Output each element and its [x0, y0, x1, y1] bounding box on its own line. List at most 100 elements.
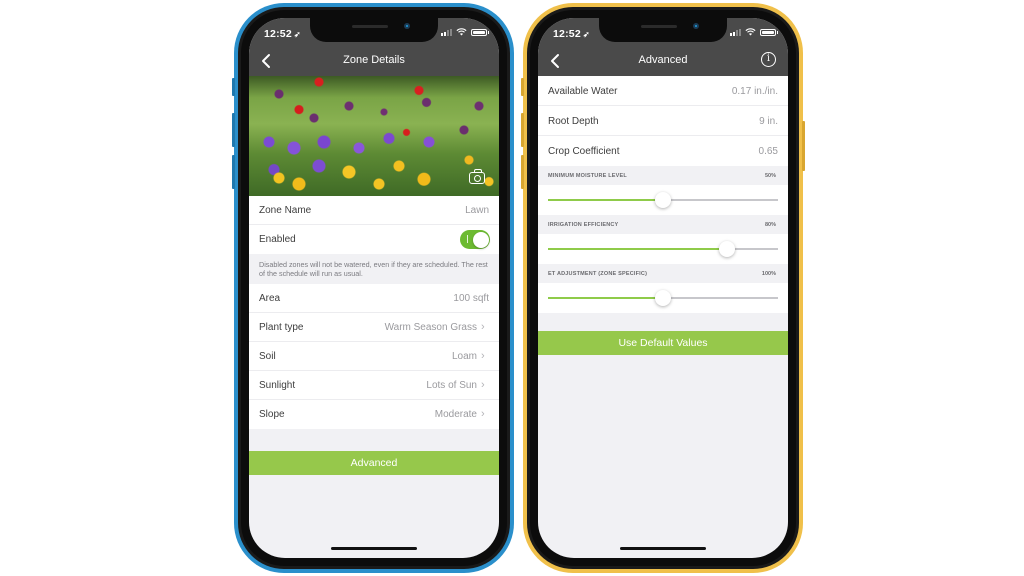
- irrigation-efficiency-label: IRRIGATION EFFICIENCY: [548, 222, 619, 228]
- front-camera: [404, 23, 410, 29]
- screen: 12:52 ➶ Zone Details Zone Name Lawn Enab…: [249, 18, 499, 558]
- et-adjustment-slider[interactable]: [538, 283, 788, 313]
- area-row[interactable]: Area 100 sqft: [249, 284, 499, 313]
- use-default-values-button[interactable]: Use Default Values: [538, 331, 788, 355]
- root-depth-value[interactable]: 9 in.: [759, 116, 778, 127]
- status-icons: [730, 28, 778, 36]
- area-label: Area: [259, 293, 281, 304]
- slope-row[interactable]: Slope Moderate ›: [249, 400, 499, 429]
- plant-type-value: Warm Season Grass: [384, 322, 477, 333]
- page-title: Zone Details: [343, 54, 405, 66]
- irrigation-efficiency-header: IRRIGATION EFFICIENCY 80%: [538, 215, 788, 234]
- irrigation-efficiency-value: 80%: [764, 222, 776, 228]
- chevron-right-icon: ›: [481, 350, 485, 362]
- home-indicator[interactable]: [331, 547, 417, 550]
- slider-thumb[interactable]: [719, 240, 736, 257]
- chevron-right-icon: ›: [481, 379, 485, 391]
- spacer: [538, 313, 788, 331]
- crop-coefficient-row[interactable]: Crop Coefficient 0.65: [538, 136, 788, 166]
- notch: [599, 18, 727, 42]
- chevron-right-icon: ›: [481, 321, 485, 333]
- enabled-footnote: Disabled zones will not be watered, even…: [249, 254, 499, 284]
- zone-name-row[interactable]: Zone Name Lawn: [249, 196, 499, 225]
- cellular-signal-icon: [441, 28, 452, 36]
- wifi-icon: [456, 28, 467, 36]
- spacer: [249, 429, 499, 451]
- slider-fill: [548, 297, 663, 299]
- speaker: [641, 25, 677, 28]
- zone-name-value[interactable]: Lawn: [465, 205, 489, 216]
- battery-icon: [760, 28, 778, 36]
- info-icon[interactable]: i: [761, 52, 776, 67]
- plant-type-row[interactable]: Plant type Warm Season Grass ›: [249, 313, 499, 342]
- volume-down-button: [521, 155, 524, 189]
- zone-name-label: Zone Name: [259, 205, 312, 216]
- crop-coefficient-label: Crop Coefficient: [548, 146, 620, 157]
- root-depth-label: Root Depth: [548, 116, 599, 127]
- wifi-icon: [745, 28, 756, 36]
- nav-bar: Advanced i: [538, 46, 788, 76]
- volume-up-button: [521, 113, 524, 147]
- notch: [310, 18, 438, 42]
- irrigation-efficiency-slider[interactable]: [538, 234, 788, 264]
- slider-thumb[interactable]: [655, 289, 671, 306]
- zone-photo[interactable]: [249, 76, 499, 196]
- camera-icon[interactable]: [469, 169, 485, 184]
- et-adjustment-header: ET ADJUSTMENT (ZONE SPECIFIC) 100%: [538, 264, 788, 283]
- home-indicator[interactable]: [620, 547, 706, 550]
- volume-up-button: [232, 113, 235, 147]
- soil-label: Soil: [259, 351, 276, 362]
- zone-details-content: Zone Name Lawn Enabled Disabled zones wi…: [249, 76, 499, 558]
- status-icons: [441, 28, 489, 36]
- advanced-content: Available Water 0.17 in./in. Root Depth …: [538, 76, 788, 558]
- phone-zone-details: 12:52 ➶ Zone Details Zone Name Lawn Enab…: [232, 3, 514, 573]
- slider-track[interactable]: [548, 289, 778, 306]
- zone-properties-group: Area 100 sqft Plant type Warm Season Gra…: [249, 284, 499, 429]
- min-moisture-slider[interactable]: [538, 185, 788, 215]
- phone-advanced: 12:52 ➶ Advanced i Available Water 0.17 i…: [521, 3, 805, 573]
- available-water-label: Available Water: [548, 86, 618, 97]
- slider-thumb[interactable]: [655, 191, 671, 208]
- min-moisture-value: 50%: [764, 173, 776, 179]
- screen: 12:52 ➶ Advanced i Available Water 0.17 i…: [538, 18, 788, 558]
- slider-track[interactable]: [548, 240, 778, 257]
- side-button: [802, 121, 805, 171]
- sunlight-value: Lots of Sun: [426, 380, 477, 391]
- chevron-right-icon: ›: [481, 408, 485, 420]
- battery-icon: [471, 28, 489, 36]
- sunlight-label: Sunlight: [259, 380, 296, 391]
- page-title: Advanced: [638, 54, 688, 66]
- min-moisture-header: MINIMUM MOISTURE LEVEL 50%: [538, 166, 788, 185]
- location-arrow-icon: ➶: [293, 30, 301, 39]
- slope-label: Slope: [259, 409, 285, 420]
- available-water-row[interactable]: Available Water 0.17 in./in.: [538, 76, 788, 106]
- plant-type-label: Plant type: [259, 322, 304, 333]
- location-arrow-icon: ➶: [582, 30, 590, 39]
- slider-fill: [548, 199, 663, 201]
- soil-row[interactable]: Soil Loam ›: [249, 342, 499, 371]
- advanced-button[interactable]: Advanced: [249, 451, 499, 475]
- volume-down-button: [232, 155, 235, 189]
- available-water-value[interactable]: 0.17 in./in.: [732, 86, 778, 97]
- cellular-signal-icon: [730, 28, 741, 36]
- mute-switch: [232, 78, 235, 96]
- status-time-text: 12:52: [553, 28, 581, 40]
- soil-value: Loam: [451, 351, 477, 362]
- enabled-toggle[interactable]: [460, 230, 490, 249]
- area-value: 100 sqft: [453, 293, 489, 304]
- root-depth-row[interactable]: Root Depth 9 in.: [538, 106, 788, 136]
- et-adjustment-value: 100%: [761, 271, 776, 277]
- speaker: [352, 25, 388, 28]
- mute-switch: [521, 78, 524, 96]
- slope-value: Moderate: [434, 409, 477, 420]
- status-time: 12:52 ➶: [264, 28, 301, 40]
- enabled-row: Enabled: [249, 225, 499, 254]
- et-adjustment-label: ET ADJUSTMENT (ZONE SPECIFIC): [548, 271, 648, 277]
- enabled-label: Enabled: [259, 234, 296, 245]
- status-time-text: 12:52: [264, 28, 292, 40]
- sunlight-row[interactable]: Sunlight Lots of Sun ›: [249, 371, 499, 400]
- slider-fill: [548, 248, 728, 250]
- slider-track[interactable]: [548, 191, 778, 208]
- crop-coefficient-value[interactable]: 0.65: [759, 146, 778, 157]
- zone-basic-group: Zone Name Lawn Enabled: [249, 196, 499, 254]
